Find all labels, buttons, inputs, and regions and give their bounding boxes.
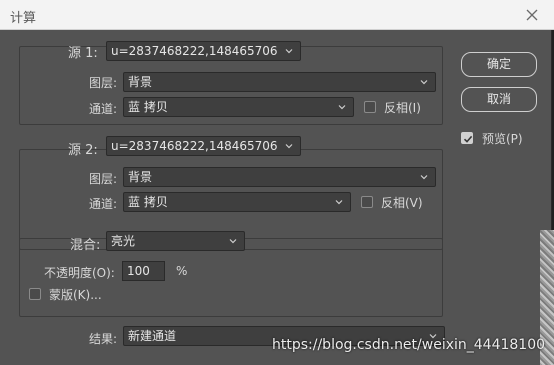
chevron-down-icon: [420, 175, 428, 180]
chevron-down-icon: [338, 105, 346, 110]
source2-invert-label: 反相(V): [381, 196, 423, 210]
blending-mode-value: 亮光: [111, 234, 136, 248]
source1-layer-value: 背景: [128, 75, 153, 89]
result-label: 结果:: [89, 332, 118, 346]
preview-label: 预览(P): [482, 132, 523, 146]
opacity-label: 不透明度(O):: [44, 266, 115, 280]
close-icon[interactable]: [523, 6, 541, 24]
opacity-unit: %: [176, 264, 188, 278]
opacity-input[interactable]: 100: [122, 261, 165, 281]
mask-label[interactable]: 蒙版(K)...: [49, 286, 102, 303]
chevron-down-icon: [229, 239, 237, 244]
source1-file-select[interactable]: u=2837468222,1484657062f...: [106, 41, 301, 61]
source2-invert-checkbox[interactable]: [361, 196, 373, 208]
source1-layer-select[interactable]: 背景: [123, 72, 436, 92]
source2-channel-select[interactable]: 蓝 拷贝: [123, 192, 351, 212]
source1-label: 源 1:: [68, 46, 98, 61]
source2-file-select[interactable]: u=2837468222,1484657062f...: [106, 136, 301, 156]
chevron-down-icon: [285, 144, 293, 149]
source1-invert-label: 反相(I): [384, 101, 421, 115]
source2-label: 源 2:: [68, 143, 98, 158]
source1-invert-checkbox[interactable]: [364, 101, 376, 113]
source2-file-value: u=2837468222,1484657062f...: [111, 139, 278, 153]
blending-label: 混合:: [70, 238, 101, 253]
checkmark-icon: [463, 135, 473, 143]
preview-checkbox[interactable]: [461, 132, 473, 144]
watermark-text: https://blog.csdn.net/weixin_44418100: [272, 337, 546, 353]
mask-checkbox[interactable]: [29, 288, 41, 300]
source2-channel-value: 蓝 拷贝: [128, 195, 168, 209]
source1-layer-label: 图层:: [89, 76, 118, 90]
source1-channel-label: 通道:: [89, 102, 118, 116]
chevron-down-icon: [335, 200, 343, 205]
result-value: 新建通道: [128, 329, 177, 343]
source2-channel-label: 通道:: [89, 197, 118, 211]
source2-layer-value: 背景: [128, 170, 153, 184]
blending-mode-select[interactable]: 亮光: [106, 231, 245, 251]
calculations-dialog: 源 1: u=2837468222,1484657062f... 图层: 背景 …: [0, 30, 552, 365]
ok-button[interactable]: 确定: [461, 52, 537, 77]
title-bar: 计算: [0, 0, 554, 30]
source2-layer-label: 图层:: [89, 172, 118, 186]
window-title: 计算: [10, 11, 37, 26]
source1-file-value: u=2837468222,1484657062f...: [111, 44, 278, 58]
chevron-down-icon: [420, 80, 428, 85]
source2-layer-select[interactable]: 背景: [123, 167, 436, 187]
source1-channel-value: 蓝 拷贝: [128, 100, 168, 114]
cancel-button[interactable]: 取消: [461, 87, 537, 112]
source1-channel-select[interactable]: 蓝 拷贝: [123, 97, 354, 117]
chevron-down-icon: [285, 49, 293, 54]
